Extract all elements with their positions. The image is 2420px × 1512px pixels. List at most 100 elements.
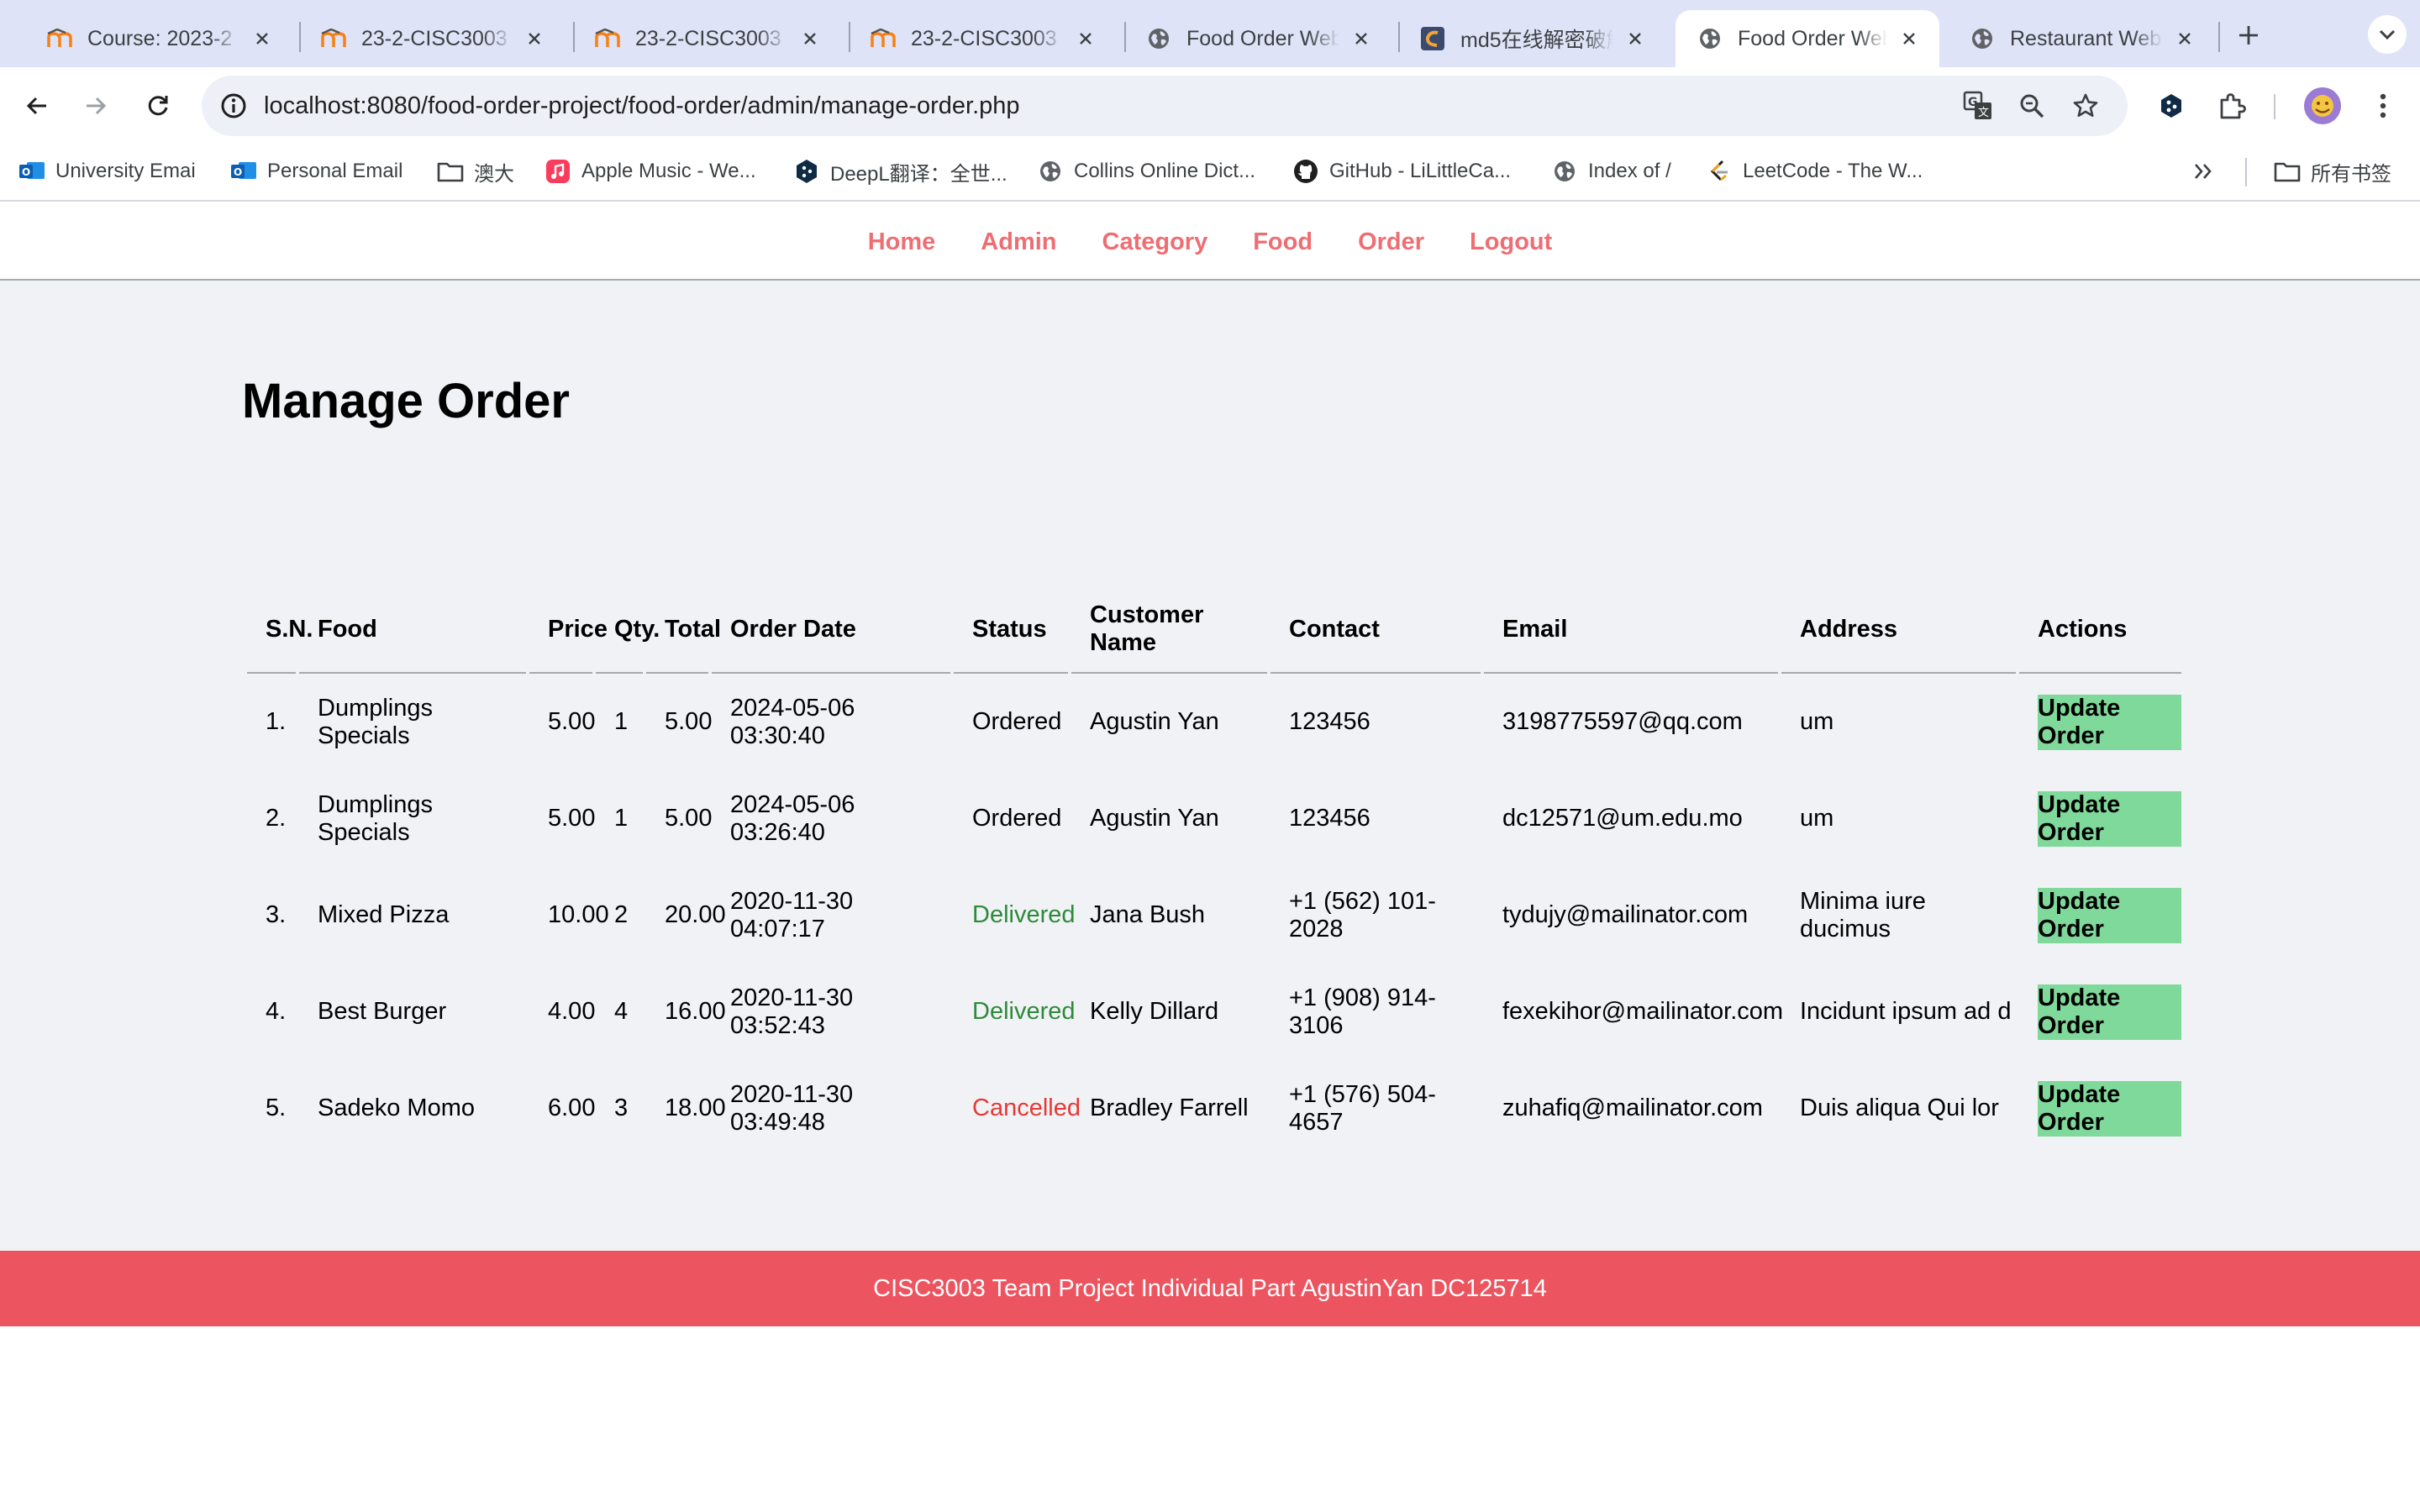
close-tab-icon[interactable] bbox=[521, 25, 548, 52]
reload-icon[interactable] bbox=[138, 86, 178, 126]
update-order-button[interactable]: Update Order bbox=[2038, 790, 2181, 847]
cell-sn: 3. bbox=[266, 901, 287, 928]
cell-qty: 1 bbox=[614, 708, 629, 735]
cell-email: tydujy@mailinator.com bbox=[1502, 901, 1749, 928]
bookmark-item[interactable]: Apple Music - We... bbox=[544, 155, 756, 188]
translate-icon[interactable]: G文 bbox=[1958, 86, 1998, 126]
column-header: Actions bbox=[2019, 586, 2181, 674]
more-bookmarks-chevron-icon[interactable] bbox=[2193, 155, 2215, 188]
cell-actions: Update Order bbox=[2019, 674, 2181, 770]
cell-qty: 1 bbox=[614, 805, 629, 832]
close-tab-icon[interactable] bbox=[1348, 25, 1375, 52]
bookmark-label: DeepL翻译：全世... bbox=[830, 162, 1007, 186]
column-header: Customer Name bbox=[1071, 586, 1267, 674]
bookmark-item[interactable]: DeepL翻译：全世... bbox=[793, 155, 1007, 188]
cell-address: um bbox=[1800, 805, 1834, 832]
nav-link-food[interactable]: Food bbox=[1253, 228, 1313, 256]
zoom-icon[interactable] bbox=[2012, 86, 2052, 126]
column-header: S.N. bbox=[247, 586, 313, 674]
svg-text:O: O bbox=[234, 166, 242, 178]
md5-site-icon bbox=[1420, 26, 1445, 51]
cell-actions: Update Order bbox=[2019, 963, 2181, 1060]
globe-icon bbox=[1970, 26, 1995, 51]
outlook-icon: O bbox=[230, 158, 257, 185]
cell-contact: 123456 bbox=[1289, 805, 1370, 832]
bookmark-item[interactable]: GitHub - LiLittleCa... bbox=[1292, 155, 1511, 188]
site-info-icon[interactable] bbox=[213, 86, 254, 126]
close-tab-icon[interactable] bbox=[1072, 25, 1099, 52]
update-order-button[interactable]: Update Order bbox=[2038, 1080, 2181, 1137]
back-arrow-icon[interactable] bbox=[17, 86, 57, 126]
column-header: Price bbox=[529, 586, 608, 674]
bookmark-item[interactable]: Collins Online Dict... bbox=[1037, 155, 1255, 188]
bookmark-folder[interactable]: 澳大 bbox=[437, 155, 514, 188]
browser-tab[interactable]: 23-2-CISC3003 bbox=[573, 10, 840, 67]
update-order-button[interactable]: Update Order bbox=[2038, 887, 2181, 943]
moodle-icon bbox=[47, 26, 72, 51]
music-icon bbox=[544, 158, 571, 185]
cell-total: 16.00 bbox=[665, 998, 726, 1025]
cell-address: um bbox=[1800, 708, 1834, 735]
tab-title: 23-2-CISC3003 bbox=[361, 26, 508, 50]
cell-food: Sadeko Momo bbox=[318, 1095, 475, 1121]
cell-order-date: 2024-05-06 03:30:40 bbox=[730, 694, 855, 749]
address-bar[interactable]: localhost:8080/food-order-project/food-o… bbox=[202, 76, 2128, 136]
browser-tab-active[interactable]: Food Order Web bbox=[1676, 10, 1939, 67]
close-tab-icon[interactable] bbox=[249, 25, 276, 52]
site-footer: CISC3003 Team Project Individual Part Ag… bbox=[0, 1251, 2420, 1326]
bookmark-label: GitHub - LiLittleCa... bbox=[1329, 160, 1512, 182]
nav-link-admin[interactable]: Admin bbox=[981, 228, 1056, 256]
globe-icon bbox=[1697, 26, 1723, 51]
bookmark-item[interactable]: O University Emai bbox=[18, 155, 196, 188]
browser-tab[interactable]: 23-2-CISC3003 bbox=[849, 10, 1116, 67]
browser-tab[interactable]: Course: 2023-2 bbox=[25, 10, 292, 67]
cell-customer-name: Agustin Yan bbox=[1090, 708, 1219, 735]
nav-link-logout[interactable]: Logout bbox=[1470, 228, 1552, 256]
browser-tab[interactable]: Restaurant Web bbox=[1948, 10, 2215, 67]
browser-tab[interactable]: md5在线解密破解 bbox=[1398, 10, 1665, 67]
nav-link-home[interactable]: Home bbox=[868, 228, 936, 256]
moodle-icon bbox=[595, 26, 620, 51]
bookmark-item[interactable]: LeetCode - The W... bbox=[1706, 155, 1923, 188]
orders-table: S.N. Food Price Qty. Total Order Date St… bbox=[244, 586, 2185, 1157]
tab-title: Food Order Web bbox=[1738, 26, 1887, 50]
forward-arrow-icon[interactable] bbox=[76, 86, 116, 126]
extension-deepl-icon[interactable] bbox=[2151, 86, 2191, 126]
table-row: 2. Dumplings Specials 5.00 1 5.00 2024-0… bbox=[247, 770, 2181, 867]
cell-status: Ordered bbox=[972, 708, 1062, 735]
cell-status: Delivered bbox=[972, 901, 1076, 928]
cell-email: dc12571@um.edu.mo bbox=[1502, 805, 1743, 832]
bookmark-label: Personal Email bbox=[267, 160, 403, 182]
profile-avatar[interactable] bbox=[2304, 87, 2341, 124]
url-text[interactable]: localhost:8080/food-order-project/food-o… bbox=[264, 76, 1020, 136]
nav-link-category[interactable]: Category bbox=[1102, 228, 1208, 256]
cell-price: 4.00 bbox=[548, 998, 596, 1025]
bookmark-item[interactable]: Index of / bbox=[1551, 155, 1671, 188]
new-tab-icon[interactable] bbox=[2230, 17, 2267, 54]
toolbar-separator bbox=[2274, 94, 2275, 119]
update-order-button[interactable]: Update Order bbox=[2038, 984, 2181, 1040]
bookmark-label: Apple Music - We... bbox=[581, 160, 756, 182]
tab-title: 23-2-CISC3003 bbox=[635, 26, 781, 50]
browser-tab[interactable]: 23-2-CISC3003 bbox=[299, 10, 565, 67]
bookmarks-bar: O University Emai O Personal Email 澳大 Ap… bbox=[0, 144, 2420, 202]
close-tab-icon[interactable] bbox=[797, 25, 823, 52]
cell-actions: Update Order bbox=[2019, 770, 2181, 867]
nav-link-order[interactable]: Order bbox=[1358, 228, 1424, 256]
tab-search-chevron-icon[interactable] bbox=[2368, 15, 2407, 54]
cell-address: Incidunt ipsum ad d bbox=[1800, 998, 2012, 1025]
cell-food: Mixed Pizza bbox=[318, 901, 450, 928]
update-order-button[interactable]: Update Order bbox=[2038, 694, 2181, 750]
bookmark-star-icon[interactable] bbox=[2065, 86, 2106, 126]
close-tab-icon[interactable] bbox=[1896, 25, 1923, 52]
bookmark-label: Index of / bbox=[1588, 160, 1671, 182]
close-tab-icon[interactable] bbox=[2171, 25, 2198, 52]
bookmark-item[interactable]: O Personal Email bbox=[230, 155, 402, 188]
extensions-puzzle-icon[interactable] bbox=[2212, 86, 2252, 126]
all-bookmarks-folder[interactable]: 所有书签 bbox=[2274, 155, 2391, 188]
cell-customer-name: Kelly Dillard bbox=[1090, 998, 1219, 1025]
close-tab-icon[interactable] bbox=[1622, 25, 1649, 52]
bookmark-label: LeetCode - The W... bbox=[1743, 160, 1923, 182]
browser-menu-icon[interactable] bbox=[2363, 86, 2403, 126]
browser-tab[interactable]: Food Order Web bbox=[1124, 10, 1392, 67]
